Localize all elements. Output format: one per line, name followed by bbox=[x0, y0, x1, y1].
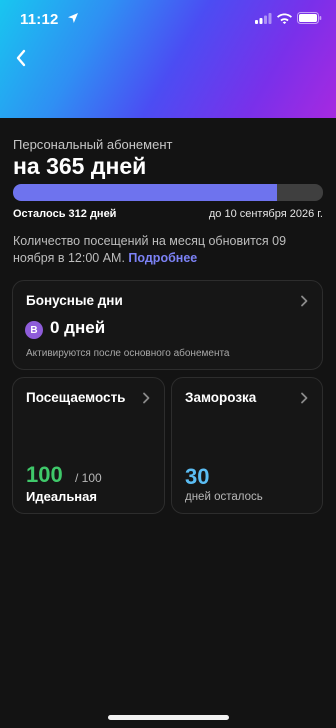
days-remaining: Осталось 312 дней bbox=[13, 208, 117, 220]
bonus-days-card[interactable]: Бонусные дни B 0 дней Активируются после… bbox=[12, 280, 323, 370]
attendance-value: 100 bbox=[26, 462, 63, 487]
back-chevron-icon[interactable] bbox=[10, 46, 34, 70]
status-icons bbox=[255, 12, 322, 24]
subscription-progress-fill bbox=[13, 184, 277, 201]
bonus-days-value: 0 дней bbox=[50, 318, 106, 337]
attendance-card[interactable]: Посещаемость 100 / 100 Идеальная bbox=[12, 377, 165, 514]
wifi-icon bbox=[277, 13, 292, 24]
chevron-right-icon bbox=[301, 392, 308, 404]
bonus-days-title: Бонусные дни bbox=[26, 293, 123, 308]
chevron-right-icon bbox=[301, 295, 308, 307]
status-time: 11:12 bbox=[20, 11, 59, 28]
home-indicator[interactable] bbox=[108, 715, 229, 720]
header-gradient: 11:12 bbox=[0, 0, 336, 118]
attendance-title: Посещаемость bbox=[26, 390, 126, 405]
more-link[interactable]: Подробнее bbox=[128, 251, 197, 265]
end-date: до 10 сентября 2026 г. bbox=[208, 208, 323, 220]
freeze-title: Заморозка bbox=[185, 390, 257, 405]
bonus-badge-icon: B bbox=[25, 321, 43, 339]
visits-note: Количество посещений на месяц обновится … bbox=[13, 233, 325, 267]
status-bar: 11:12 bbox=[0, 0, 336, 40]
subscription-progress-bar bbox=[13, 184, 323, 201]
freeze-days-label: дней осталось bbox=[185, 491, 263, 503]
chevron-right-icon bbox=[143, 392, 150, 404]
freeze-days-value: 30 bbox=[185, 464, 210, 489]
battery-icon bbox=[297, 12, 322, 24]
subscription-title: на 365 дней bbox=[13, 153, 147, 179]
freeze-card[interactable]: Заморозка 30 дней осталось bbox=[171, 377, 323, 514]
location-arrow-icon bbox=[68, 13, 78, 23]
attendance-max: / 100 bbox=[75, 471, 102, 485]
cellular-signal-icon bbox=[255, 12, 272, 24]
bonus-days-subtitle: Активируются после основного абонемента bbox=[26, 348, 230, 359]
attendance-rating: Идеальная bbox=[26, 489, 97, 504]
subscription-type: Персональный абонемент bbox=[13, 137, 173, 152]
